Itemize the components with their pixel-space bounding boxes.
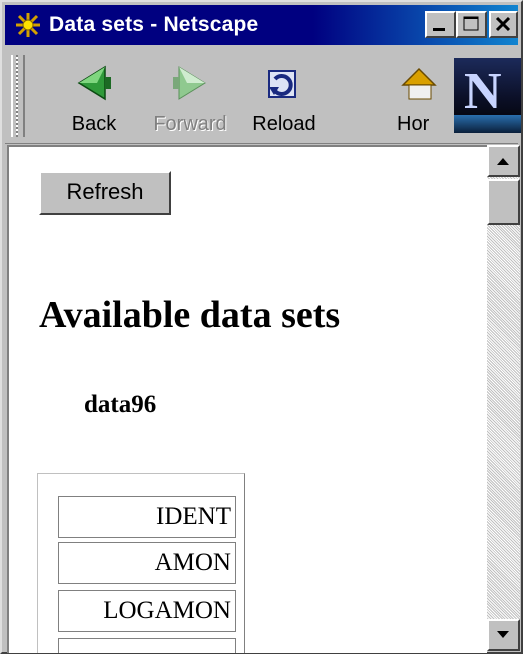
title-bar[interactable]: Data sets - Netscape	[5, 5, 518, 45]
forward-button[interactable]: Forward	[145, 53, 235, 139]
table-cell: IDENT	[58, 496, 236, 538]
page-content: Refresh Available data sets data96 IDENT…	[7, 145, 487, 653]
page-heading: Available data sets	[39, 294, 341, 336]
browser-window: Data sets - Netscape Back Forward Reload…	[0, 0, 523, 654]
maximize-icon	[463, 16, 479, 31]
maximize-button[interactable]	[456, 11, 487, 38]
toolbar-grip[interactable]	[11, 55, 25, 137]
down-arrow-icon	[497, 631, 509, 638]
home-label: Hor	[397, 113, 430, 135]
home-icon	[401, 67, 437, 100]
scroll-thumb[interactable]	[487, 179, 520, 225]
back-arrow-icon	[77, 65, 111, 101]
dataset-name: data96	[84, 391, 157, 418]
refresh-button[interactable]: Refresh	[39, 171, 171, 215]
scroll-down-button[interactable]	[487, 619, 520, 651]
reload-button[interactable]: Reload	[239, 53, 329, 139]
home-button[interactable]: Hor	[375, 53, 454, 139]
minimize-button[interactable]	[425, 11, 456, 38]
back-label: Back	[71, 113, 117, 135]
close-button[interactable]	[489, 11, 518, 38]
close-icon	[495, 16, 511, 32]
back-button[interactable]: Back	[49, 53, 139, 139]
forward-arrow-icon	[173, 66, 206, 100]
netscape-app-icon	[16, 13, 40, 37]
variables-table: IDENT AMON LOGAMON	[37, 473, 245, 653]
netscape-logo[interactable]: N	[454, 58, 521, 133]
table-cell	[58, 638, 236, 653]
vertical-scrollbar[interactable]	[487, 145, 520, 651]
window-title: Data sets - Netscape	[49, 13, 259, 36]
table-cell: LOGAMON	[58, 590, 236, 632]
forward-label: Forward	[153, 113, 227, 135]
scroll-up-button[interactable]	[487, 145, 520, 177]
reload-label: Reload	[252, 113, 316, 135]
logo-letter: N	[464, 63, 502, 120]
table-cell: AMON	[58, 542, 236, 584]
reload-icon	[268, 70, 296, 98]
minimize-icon	[433, 28, 445, 31]
up-arrow-icon	[497, 158, 509, 165]
navigation-toolbar: Back Forward Reload Hor N	[5, 47, 521, 144]
